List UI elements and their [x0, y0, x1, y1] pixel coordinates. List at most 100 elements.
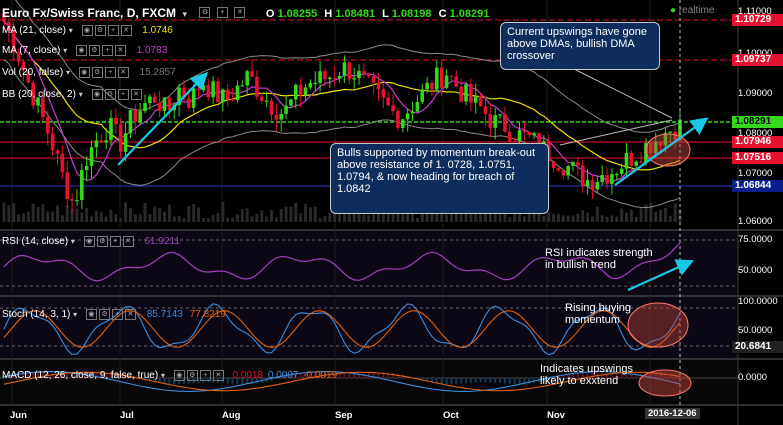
close-icon[interactable]: ✕	[234, 7, 246, 19]
candle-body	[376, 82, 381, 90]
settings-icon[interactable]: ⚙	[96, 236, 108, 247]
add-icon[interactable]: +	[199, 370, 211, 381]
settings-icon[interactable]: ⚙	[104, 89, 116, 100]
legend-vol[interactable]: Vol (20, false) ▾ ◉ ⚙ + ✕ 15.2857	[2, 67, 176, 78]
legend-macd[interactable]: MACD (12, 26, close, 9, false, true) ▾ ◉…	[2, 370, 337, 381]
candle-body	[187, 98, 191, 108]
volume-bar	[245, 208, 249, 222]
eye-icon[interactable]: ◉	[91, 89, 103, 100]
volume-bar	[556, 214, 560, 222]
legend-ma7[interactable]: MA (7, close) ▾ ◉ ⚙ + ✕ 1.0783	[2, 45, 167, 56]
close-value: 1.08291	[449, 8, 490, 20]
settings-icon[interactable]: ⚙	[98, 309, 110, 320]
eye-icon[interactable]: ◉	[83, 236, 95, 247]
month-label: Aug	[222, 410, 241, 421]
volume-bar	[561, 215, 565, 222]
candle-body	[478, 95, 483, 107]
stoch-label: Stoch (14, 3, 1)	[2, 309, 71, 321]
add-icon[interactable]: +	[117, 89, 129, 100]
chevron-down-icon[interactable]: ▾	[71, 237, 75, 246]
close-icon[interactable]: ✕	[130, 89, 142, 100]
candle-body	[449, 75, 454, 77]
rsi-label: RSI (14, close)	[2, 236, 69, 248]
eye-icon[interactable]: ◉	[78, 67, 90, 78]
candle-body	[328, 77, 332, 80]
settings-icon[interactable]: ⚙	[88, 45, 100, 56]
eye-icon[interactable]: ◉	[85, 309, 97, 320]
price-tag-last: 1.08291	[732, 116, 783, 128]
month-label: Jul	[120, 410, 134, 421]
close-icon[interactable]: ✕	[120, 25, 132, 36]
candle-body	[259, 96, 264, 101]
macd-histogram-bar	[484, 378, 487, 383]
candle-body	[624, 152, 629, 169]
volume-bar	[55, 205, 59, 222]
eye-icon[interactable]: ◉	[81, 25, 93, 36]
settings-icon[interactable]: ⚙	[186, 370, 198, 381]
chevron-down-icon[interactable]: ▾	[161, 371, 165, 380]
volume-bar	[663, 207, 667, 222]
close-icon[interactable]: ✕	[114, 45, 126, 56]
add-icon[interactable]: +	[104, 67, 116, 78]
candle-body	[576, 162, 580, 166]
volume-bar	[138, 214, 142, 222]
close-label: C	[438, 8, 447, 20]
chevron-down-icon[interactable]: ▾	[79, 90, 83, 99]
add-icon[interactable]: +	[101, 45, 113, 56]
macd-histogram-bar	[372, 372, 375, 379]
volume-bar	[401, 213, 405, 222]
candle-body	[532, 133, 536, 136]
legend-bb[interactable]: BB (20, close, 2) ▾ ◉ ⚙ + ✕	[2, 89, 142, 100]
settings-icon[interactable]: ⚙	[91, 67, 103, 78]
volume-bar	[240, 208, 244, 222]
candle-body	[191, 88, 196, 108]
ma21-label: MA (21, close)	[2, 25, 66, 37]
settings-icon[interactable]: ⚙	[199, 7, 211, 19]
chevron-down-icon[interactable]: ▾	[69, 26, 73, 35]
volume-bar	[420, 212, 424, 222]
symbol-title[interactable]: Euro Fx/Swiss Franc, D, FXCM	[2, 6, 176, 20]
candle-body	[420, 89, 425, 102]
chevron-down-icon[interactable]: ▾	[73, 310, 77, 319]
macd-histogram-bar	[348, 373, 351, 379]
candle-body	[639, 161, 643, 163]
volume-bar	[250, 216, 254, 222]
low-value: 1.08198	[391, 8, 432, 20]
legend-ma21[interactable]: MA (21, close) ▾ ◉ ⚙ + ✕ 1.0746	[2, 25, 173, 36]
volume-bar	[12, 203, 16, 222]
legend-rsi[interactable]: RSI (14, close) ▾ ◉ ⚙ + ✕ 61.9211	[2, 236, 180, 247]
macd-histogram-bar	[465, 378, 468, 384]
volume-bar	[279, 208, 283, 222]
eye-icon[interactable]: ◉	[75, 45, 87, 56]
volume-bar	[206, 217, 210, 222]
volume-bar	[128, 208, 132, 222]
volume-bar	[542, 215, 546, 222]
close-icon[interactable]: ✕	[124, 309, 136, 320]
close-icon[interactable]: ✕	[212, 370, 224, 381]
chevron-down-icon[interactable]: ▾	[183, 9, 188, 19]
add-icon[interactable]: +	[216, 7, 228, 19]
candle-body	[566, 166, 570, 176]
chevron-down-icon[interactable]: ▾	[63, 46, 67, 55]
volume-bar	[46, 211, 50, 222]
candle-body	[250, 71, 254, 77]
close-icon[interactable]: ✕	[122, 236, 134, 247]
volume-bar	[508, 217, 512, 222]
add-icon[interactable]: +	[111, 309, 123, 320]
legend-stoch[interactable]: Stoch (14, 3, 1) ▾ ◉ ⚙ + ✕ 85.7143 77.8219	[2, 309, 226, 320]
candle-body	[405, 113, 410, 120]
eye-icon[interactable]: ◉	[173, 370, 185, 381]
macd-histogram-bar	[353, 373, 356, 379]
add-icon[interactable]: +	[109, 236, 121, 247]
volume-bar	[124, 202, 128, 222]
month-label: Sep	[335, 410, 353, 421]
add-icon[interactable]: +	[107, 25, 119, 36]
candle-body	[522, 130, 527, 133]
price-tag-support: 1.07946	[732, 136, 783, 148]
macd-histogram-bar	[338, 373, 341, 379]
close-icon[interactable]: ✕	[117, 67, 129, 78]
chevron-down-icon[interactable]: ▾	[66, 68, 70, 77]
settings-icon[interactable]: ⚙	[94, 25, 106, 36]
macd-histogram-bar	[479, 378, 482, 383]
high-label: H	[324, 8, 333, 20]
